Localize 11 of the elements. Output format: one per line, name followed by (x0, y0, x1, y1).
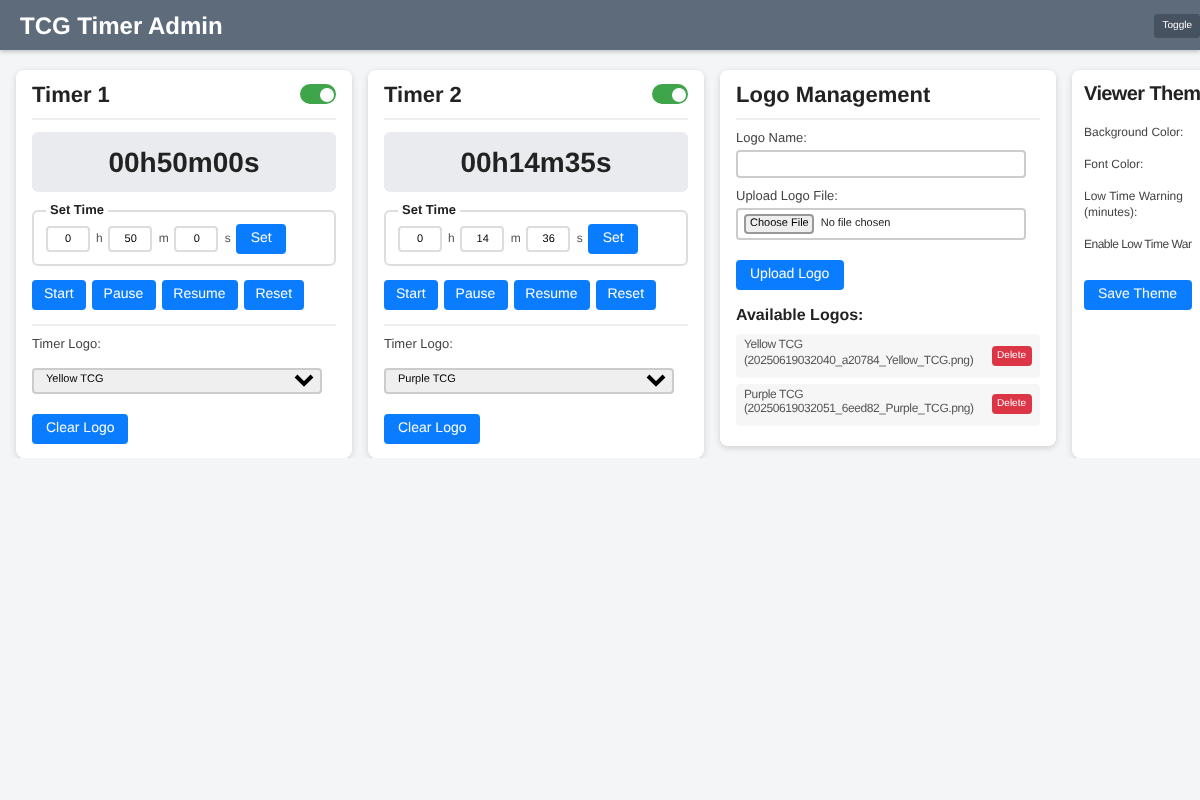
section-title: Available Logos: (736, 306, 866, 324)
toggle-switch[interactable] (652, 84, 688, 104)
timer-title: Timer 1 (32, 84, 110, 112)
logo-name-input[interactable] (736, 150, 1026, 178)
app-title: TCG Timer Admin (20, 11, 223, 39)
timer-title: Timer 2 (384, 84, 462, 112)
card-title: Logo Management (736, 84, 1040, 120)
card-title: Viewer Them (1084, 84, 1200, 110)
timer-display: 00h14m35s (384, 132, 688, 192)
toggle-switch[interactable] (300, 84, 336, 104)
timer-display: 00h50m00s (32, 132, 336, 192)
